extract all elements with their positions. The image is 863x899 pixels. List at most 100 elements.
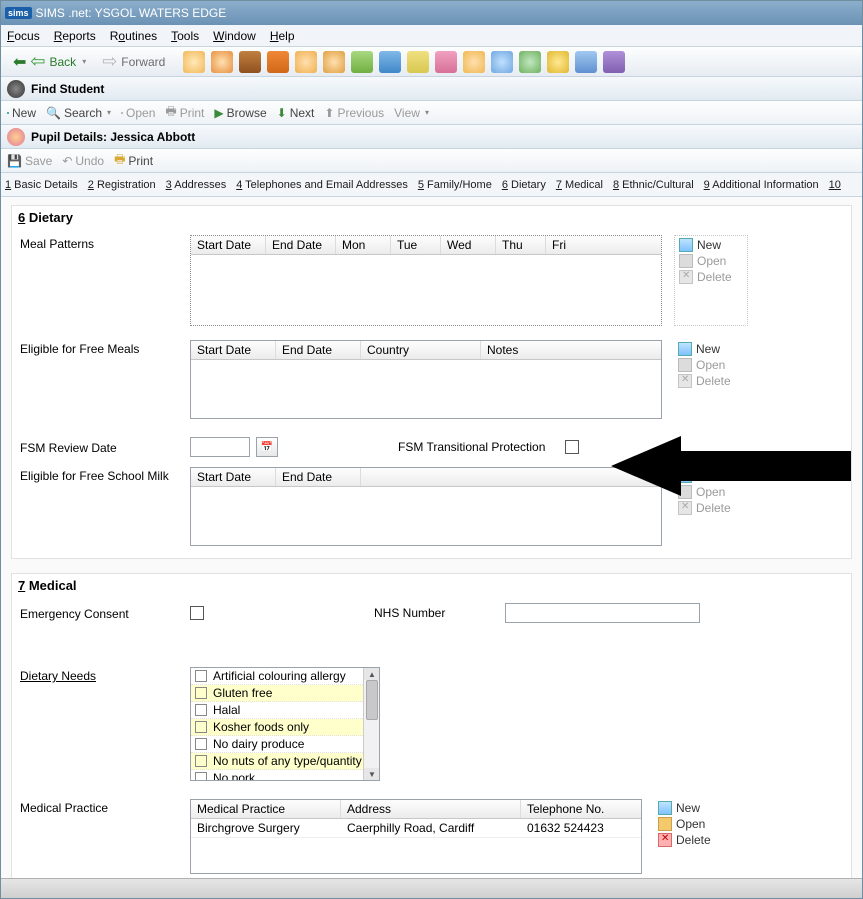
toolbar-icon-10[interactable]: [435, 51, 457, 73]
emergency-consent-checkbox[interactable]: [190, 606, 204, 620]
tab-basic-details[interactable]: 1 Basic Details: [5, 179, 78, 191]
toolbar-icon-11[interactable]: [463, 51, 485, 73]
toolbar-icon-16[interactable]: [603, 51, 625, 73]
back-dropdown-icon[interactable]: ▾: [82, 57, 86, 66]
tab-registration[interactable]: 2 Registration: [88, 179, 156, 191]
tab-family[interactable]: 5 Family/Home: [418, 179, 492, 191]
tab-medical[interactable]: 7 Medical: [556, 179, 603, 191]
medical-practice-grid[interactable]: Medical Practice Address Telephone No. B…: [190, 799, 642, 874]
checkbox[interactable]: [195, 772, 207, 781]
back-button[interactable]: ⬅ ⇦ Back ▾: [7, 49, 92, 74]
list-item: Artificial colouring allergy: [191, 668, 379, 685]
sm-new-button[interactable]: New: [678, 469, 744, 483]
list-item: Halal: [191, 702, 379, 719]
toolbar-icon-8[interactable]: [379, 51, 401, 73]
toolbar-icon-12[interactable]: [491, 51, 513, 73]
sm-open-button: Open: [678, 485, 744, 499]
fsm-trans-checkbox[interactable]: [565, 440, 579, 454]
nhs-number-input[interactable]: [505, 603, 700, 623]
open-icon: [678, 358, 692, 372]
find-new-button[interactable]: New: [7, 106, 36, 120]
print-icon: 🖶: [165, 102, 176, 123]
toolbar-icon-4[interactable]: [267, 51, 289, 73]
dietary-needs-label[interactable]: Dietary Needs: [20, 667, 190, 683]
tab-addresses[interactable]: 3 Addresses: [166, 179, 227, 191]
menu-routines[interactable]: Routines: [110, 29, 157, 43]
new-icon: [658, 801, 672, 815]
mp-open-button[interactable]: Open: [658, 817, 724, 831]
scrollbar[interactable]: ▲ ▼: [363, 668, 379, 780]
menu-window[interactable]: Window: [213, 29, 256, 43]
print-button[interactable]: 🖶Print: [114, 150, 153, 171]
free-meals-grid[interactable]: Start Date End Date Country Notes: [190, 340, 662, 419]
forward-label: Forward: [121, 55, 165, 69]
delete-icon: [678, 501, 692, 515]
toolbar-icon-13[interactable]: [519, 51, 541, 73]
tab-10[interactable]: 10: [829, 179, 841, 191]
tab-telephones[interactable]: 4 Telephones and Email Addresses: [236, 179, 408, 191]
open-icon: [678, 485, 692, 499]
delete-icon: [678, 374, 692, 388]
meal-patterns-grid[interactable]: Start Date End Date Mon Tue Wed Thu Fri: [190, 235, 662, 326]
toolbar-icon-2[interactable]: [211, 51, 233, 73]
calendar-icon: 📅: [261, 442, 273, 453]
toolbar-icon-5[interactable]: [295, 51, 317, 73]
toolbar-icon-1[interactable]: [183, 51, 205, 73]
checkbox[interactable]: [195, 738, 207, 750]
toolbar-icon-9[interactable]: [407, 51, 429, 73]
save-button: 💾Save: [7, 154, 52, 168]
dietary-heading: 6 Dietary: [12, 206, 851, 233]
checkbox[interactable]: [195, 687, 207, 699]
tab-dietary[interactable]: 6 Dietary: [502, 179, 546, 191]
menu-focus[interactable]: Focus: [7, 29, 40, 43]
tab-additional[interactable]: 9 Additional Information: [704, 179, 819, 191]
calendar-button[interactable]: 📅: [256, 437, 278, 457]
toolbar-icon-7[interactable]: [351, 51, 373, 73]
fsm-review-input[interactable]: [190, 437, 250, 457]
fsm-review-label: FSM Review Date: [20, 439, 190, 455]
col-country: Country: [361, 341, 481, 359]
mp-delete-button[interactable]: Delete: [658, 833, 724, 847]
col-mon: Mon: [336, 236, 391, 254]
toolbar-icon-14[interactable]: [547, 51, 569, 73]
undo-icon: ↶: [62, 154, 72, 168]
mp-open-button: Open: [679, 254, 743, 268]
nhs-number-label: NHS Number: [374, 606, 445, 620]
school-milk-grid[interactable]: Start Date End Date: [190, 467, 662, 546]
find-browse-button[interactable]: ▶Browse: [214, 106, 266, 120]
scroll-thumb[interactable]: [366, 680, 378, 720]
pupil-icon: [7, 128, 25, 146]
scroll-up-icon[interactable]: ▲: [364, 668, 380, 680]
tab-ethnic[interactable]: 8 Ethnic/Cultural: [613, 179, 694, 191]
search-icon: 🔍: [46, 106, 61, 120]
window-title: SIMS .net: YSGOL WATERS EDGE: [36, 6, 227, 20]
mp-new-button[interactable]: New: [658, 801, 724, 815]
binoculars-icon: [7, 80, 25, 98]
dietary-needs-listbox[interactable]: Artificial colouring allergy Gluten free…: [190, 667, 380, 781]
back-arrow-icon: ⬅: [13, 52, 26, 72]
fm-new-button[interactable]: New: [678, 342, 744, 356]
find-previous-button: ⬆Previous: [324, 106, 384, 120]
status-bar: [1, 878, 862, 898]
checkbox[interactable]: [195, 721, 207, 733]
table-row[interactable]: Birchgrove Surgery Caerphilly Road, Card…: [191, 819, 641, 838]
find-next-button[interactable]: ⬇Next: [277, 106, 315, 120]
find-search-button[interactable]: 🔍Search▾: [46, 106, 111, 120]
checkbox[interactable]: [195, 704, 207, 716]
open-icon: [658, 817, 672, 831]
menu-reports[interactable]: Reports: [54, 29, 96, 43]
toolbar-icon-6[interactable]: [323, 51, 345, 73]
list-item: No pork: [191, 770, 379, 781]
toolbar-icon-15[interactable]: [575, 51, 597, 73]
menu-tools[interactable]: Tools: [171, 29, 199, 43]
scroll-down-icon[interactable]: ▼: [364, 768, 380, 780]
checkbox[interactable]: [195, 755, 207, 767]
fm-delete-button: Delete: [678, 374, 744, 388]
mp-new-button[interactable]: New: [679, 238, 743, 252]
details-toolbar: 💾Save ↶Undo 🖶Print: [1, 149, 862, 173]
checkbox[interactable]: [195, 670, 207, 682]
toolbar-icon-3[interactable]: [239, 51, 261, 73]
list-item: No nuts of any type/quantity: [191, 753, 379, 770]
find-print-button: 🖶Print: [165, 102, 204, 123]
menu-help[interactable]: Help: [270, 29, 295, 43]
